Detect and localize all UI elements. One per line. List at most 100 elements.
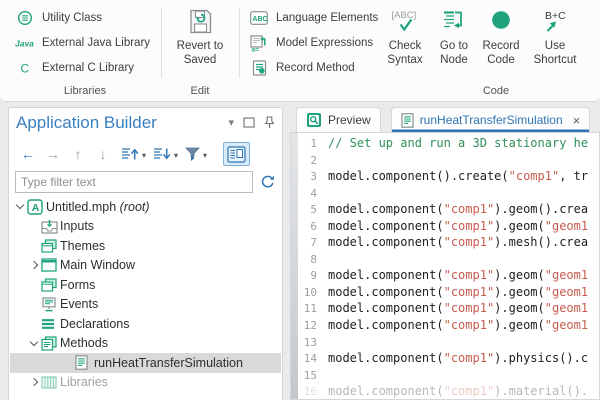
tree-item-main-window[interactable]: Main Window	[10, 256, 281, 276]
ribbon-separator	[161, 8, 162, 78]
code-line-11[interactable]: 11model.component("comp1").geom("geom1	[291, 300, 599, 317]
tab-preview[interactable]: Preview	[296, 107, 381, 132]
tree-item-libraries[interactable]: Libraries	[10, 373, 281, 393]
use-shortcut-icon: B+C	[539, 5, 571, 37]
code-text: model.component("comp1").mesh().crea	[328, 235, 588, 249]
check-syntax-button[interactable]: [ABC] Check Syntax	[381, 5, 429, 83]
ribbon-group-label: Code	[381, 85, 600, 97]
method-icon	[401, 113, 414, 128]
tree-item-label: Main Window	[60, 258, 135, 272]
ribbon-item-label: Model Expressions	[276, 37, 373, 49]
ribbon-item-label: Utility Class	[42, 12, 102, 24]
code-line-2[interactable]: 2	[291, 152, 599, 169]
code-line-12[interactable]: 12model.component("comp1").geom("geom1	[291, 317, 599, 334]
model-expressions-button[interactable]: a= Model Expressions	[248, 32, 373, 54]
code-line-4[interactable]: 4	[291, 185, 599, 202]
move-down-button[interactable]: ↓	[92, 146, 114, 162]
dropdown-icon[interactable]: ▾	[142, 151, 146, 160]
ribbon-group-edit: Revert to Saved Edit	[166, 0, 234, 101]
collapse-all-icon[interactable]	[153, 147, 171, 161]
code-line-10[interactable]: 10model.component("comp1").geom("geom1	[291, 284, 599, 301]
declarations-icon	[41, 318, 60, 330]
language-elements-icon: ABC	[248, 11, 270, 25]
go-to-node-button[interactable]: Go to Node	[432, 5, 476, 83]
utility-class-icon	[14, 10, 36, 26]
ribbon-item-label: Record Method	[276, 62, 355, 74]
code-text: model.component("comp1").geom("geom1	[328, 285, 588, 299]
editor-panel: Preview runHeatTransferSimulation × 1// …	[290, 107, 600, 400]
gutter-strip	[291, 133, 298, 399]
show-in-model-builder-toggle[interactable]	[223, 142, 250, 166]
code-line-8[interactable]: 8	[291, 251, 599, 268]
code-text: model.component("comp1").geom("geom1	[328, 318, 588, 332]
code-line-16[interactable]: 16model.component("comp1").material().	[291, 383, 599, 400]
float-window-icon[interactable]	[243, 117, 255, 128]
tree-item-forms[interactable]: Forms	[10, 275, 281, 295]
methods-icon	[41, 336, 60, 351]
code-line-1[interactable]: 1// Set up and run a 3D stationary he	[291, 135, 599, 152]
refresh-icon[interactable]	[260, 174, 275, 189]
external-java-library-button[interactable]: Java External Java Library	[14, 32, 150, 54]
code-line-15[interactable]: 15	[291, 367, 599, 384]
inputs-icon	[41, 219, 60, 234]
forward-button[interactable]: →	[42, 146, 64, 162]
language-elements-button[interactable]: ABC Language Elements	[248, 7, 378, 29]
ribbon-item-label: Go to Node	[432, 40, 476, 67]
code-text: model.component("comp1").geom("geom1	[328, 301, 588, 315]
svg-text:C: C	[21, 62, 30, 76]
main-window-icon	[41, 258, 60, 272]
tree-item-runheattransfersimulation[interactable]: runHeatTransferSimulation	[10, 353, 281, 373]
filter-icon[interactable]	[185, 147, 200, 162]
tree-item-declarations[interactable]: Declarations	[10, 314, 281, 334]
use-shortcut-button[interactable]: B+C Use Shortcut	[526, 5, 584, 83]
code-line-9[interactable]: 9model.component("comp1").geom("geom1	[291, 267, 599, 284]
code-line-7[interactable]: 7model.component("comp1").mesh().crea	[291, 234, 599, 251]
pin-icon[interactable]	[264, 116, 275, 129]
dropdown-icon[interactable]: ▾	[203, 151, 207, 160]
code-line-6[interactable]: 6model.component("comp1").geom("geom1	[291, 218, 599, 235]
svg-text:Java: Java	[15, 39, 34, 49]
collapse-chevron-icon[interactable]	[12, 205, 27, 208]
tab-run-heat-transfer-simulation[interactable]: runHeatTransferSimulation ×	[391, 107, 591, 132]
code-editor[interactable]: 1// Set up and run a 3D stationary he23m…	[290, 132, 600, 400]
tree-item-label: Untitled.mph (root)	[46, 200, 150, 214]
record-method-button[interactable]: Record Method	[248, 57, 355, 79]
ribbon-group-label: Edit	[166, 85, 234, 97]
c-language-icon: C	[14, 61, 36, 75]
model-expressions-icon: a=	[248, 35, 270, 52]
line-number: 16	[291, 384, 317, 400]
code-line-5[interactable]: 5model.component("comp1").geom().crea	[291, 201, 599, 218]
svg-text:B+C: B+C	[545, 10, 566, 22]
tree-item-untitled-mph[interactable]: A Untitled.mph (root)	[10, 197, 281, 217]
svg-text:A: A	[32, 202, 40, 214]
tree-item-inputs[interactable]: Inputs	[10, 217, 281, 237]
ribbon-item-label: External Java Library	[42, 37, 150, 49]
ribbon-item-label: Check Syntax	[381, 40, 429, 67]
move-up-button[interactable]: ↑	[67, 146, 89, 162]
back-button[interactable]: ←	[17, 146, 39, 162]
code-line-14[interactable]: 14model.component("comp1").physics().c	[291, 350, 599, 367]
external-c-library-button[interactable]: C External C Library	[14, 57, 134, 79]
record-code-button[interactable]: Record Code	[477, 5, 525, 83]
code-text: model.component("comp1").geom().crea	[328, 202, 588, 216]
tree-item-methods[interactable]: Methods	[10, 334, 281, 354]
application-icon: A	[27, 199, 46, 215]
code-line-3[interactable]: 3model.component().create("comp1", tr	[291, 168, 599, 185]
code-lines: 1// Set up and run a 3D stationary he23m…	[291, 135, 599, 400]
close-tab-icon[interactable]: ×	[573, 113, 581, 128]
expand-chevron-icon[interactable]	[26, 379, 41, 385]
panel-menu-chevron-icon[interactable]: ▾	[228, 118, 234, 128]
svg-text:ABC: ABC	[252, 16, 267, 23]
ribbon-group-label: Libraries	[14, 85, 156, 97]
tree-item-themes[interactable]: Themes	[10, 236, 281, 256]
tree-item-events[interactable]: Events	[10, 295, 281, 315]
collapse-chevron-icon[interactable]	[26, 342, 41, 345]
tree-item-label: Inputs	[60, 219, 94, 233]
expand-chevron-icon[interactable]	[26, 262, 41, 268]
expand-all-icon[interactable]	[121, 147, 139, 161]
utility-class-button[interactable]: Utility Class	[14, 7, 102, 29]
dropdown-icon[interactable]: ▾	[174, 151, 178, 160]
filter-input[interactable]	[15, 171, 253, 193]
revert-to-saved-button[interactable]: Revert to Saved	[168, 5, 232, 83]
code-line-13[interactable]: 13	[291, 334, 599, 351]
